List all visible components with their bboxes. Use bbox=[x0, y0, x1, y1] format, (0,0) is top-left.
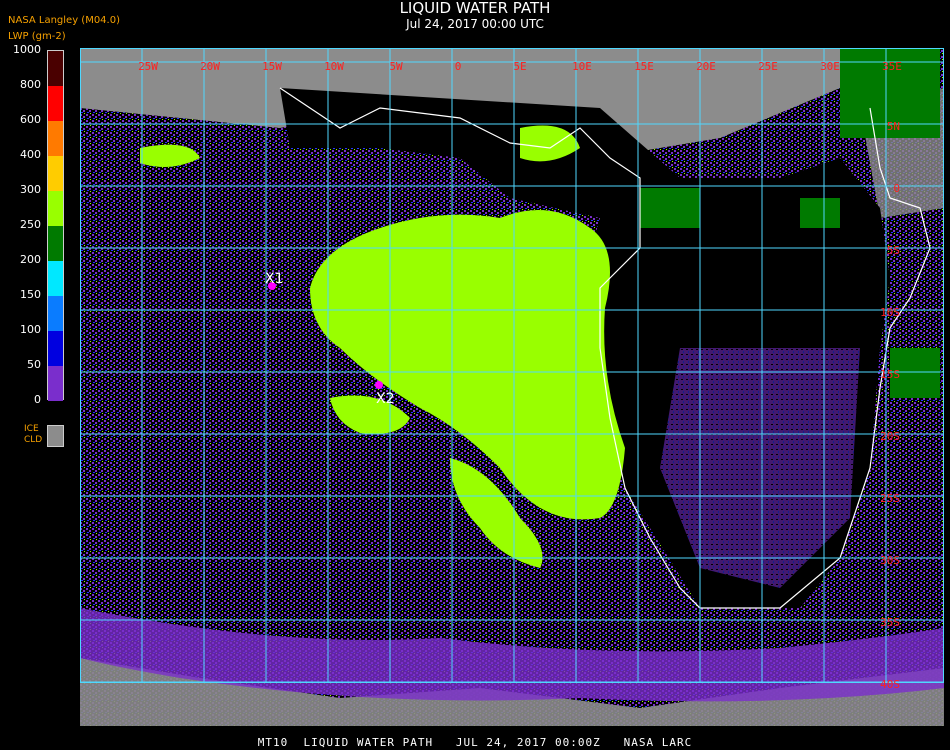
longitude-label: 25W bbox=[138, 60, 158, 73]
colorbar-segment bbox=[48, 331, 63, 366]
longitude-label: 15E bbox=[634, 60, 654, 73]
units-label: LWP (gm-2) bbox=[8, 31, 66, 42]
ice-cloud-swatch bbox=[47, 425, 64, 447]
latitude-label: 30S bbox=[880, 554, 900, 567]
longitude-label: 10E bbox=[572, 60, 592, 73]
marker-x2-label: X2 bbox=[376, 391, 395, 407]
longitude-label: 35E bbox=[882, 60, 902, 73]
marker-x2-dot bbox=[375, 381, 383, 389]
colorbar-segment bbox=[48, 296, 63, 331]
longitude-label: 20E bbox=[696, 60, 716, 73]
colorbar-tick-label: 800 bbox=[20, 78, 41, 91]
colorbar-segment bbox=[48, 86, 63, 121]
latitude-label: 10S bbox=[880, 306, 900, 319]
colorbar-segment bbox=[48, 366, 63, 401]
latitude-label: 15S bbox=[880, 368, 900, 381]
latitude-label: 25S bbox=[880, 492, 900, 505]
colorbar-tick-label: 200 bbox=[20, 253, 41, 266]
colorbar-segment bbox=[48, 261, 63, 296]
colorbar-tick-label: 100 bbox=[20, 323, 41, 336]
colorbar bbox=[47, 50, 64, 401]
ice-cloud-label: ICE CLD bbox=[24, 424, 42, 446]
lwp-map: 25W 20W 15W 10W 5W 0 5E 10E 15E 20E 25E 30E 35E 5N 0 5… bbox=[80, 48, 944, 726]
colorbar-tick-label: 250 bbox=[20, 218, 41, 231]
longitude-label: 5E bbox=[513, 60, 526, 73]
longitude-label: 5W bbox=[389, 60, 403, 73]
colorbar-segment bbox=[48, 51, 63, 86]
ice-label-line1: ICE bbox=[24, 424, 39, 434]
colorbar-tick-label: 0 bbox=[34, 393, 41, 406]
map-subtitle: Jul 24, 2017 00:00 UTC bbox=[406, 17, 544, 31]
colorbar-segment bbox=[48, 121, 63, 156]
colorbar-tick-label: 1000 bbox=[13, 43, 41, 56]
longitude-label: 25E bbox=[758, 60, 778, 73]
longitude-label: 0 bbox=[455, 60, 462, 73]
latitude-label: 5N bbox=[887, 120, 900, 133]
latitude-label: 0 bbox=[893, 182, 900, 195]
colorbar-segment bbox=[48, 191, 63, 226]
latitude-label: 40S bbox=[880, 678, 900, 691]
latitude-label: 5S bbox=[887, 244, 900, 257]
longitude-label: 20W bbox=[200, 60, 220, 73]
producer-label: NASA Langley (M04.0) bbox=[8, 15, 120, 26]
colorbar-tick-label: 600 bbox=[20, 113, 41, 126]
longitude-label: 15W bbox=[262, 60, 282, 73]
ice-label-line2: CLD bbox=[24, 435, 43, 445]
latitude-label: 35S bbox=[880, 616, 900, 629]
footer-caption: MT10 LIQUID WATER PATH JUL 24, 2017 00:0… bbox=[257, 736, 693, 749]
colorbar-tick-label: 150 bbox=[20, 288, 41, 301]
latitude-label: 20S bbox=[880, 430, 900, 443]
longitude-label: 10W bbox=[324, 60, 344, 73]
colorbar-tick-label: 400 bbox=[20, 148, 41, 161]
colorbar-tick-label: 300 bbox=[20, 183, 41, 196]
colorbar-segment bbox=[48, 226, 63, 261]
colorbar-tick-label: 50 bbox=[27, 358, 41, 371]
colorbar-segment bbox=[48, 156, 63, 191]
longitude-label: 30E bbox=[820, 60, 840, 73]
marker-x1-label: X1 bbox=[265, 271, 284, 287]
map-title: LIQUID WATER PATH bbox=[399, 0, 551, 17]
